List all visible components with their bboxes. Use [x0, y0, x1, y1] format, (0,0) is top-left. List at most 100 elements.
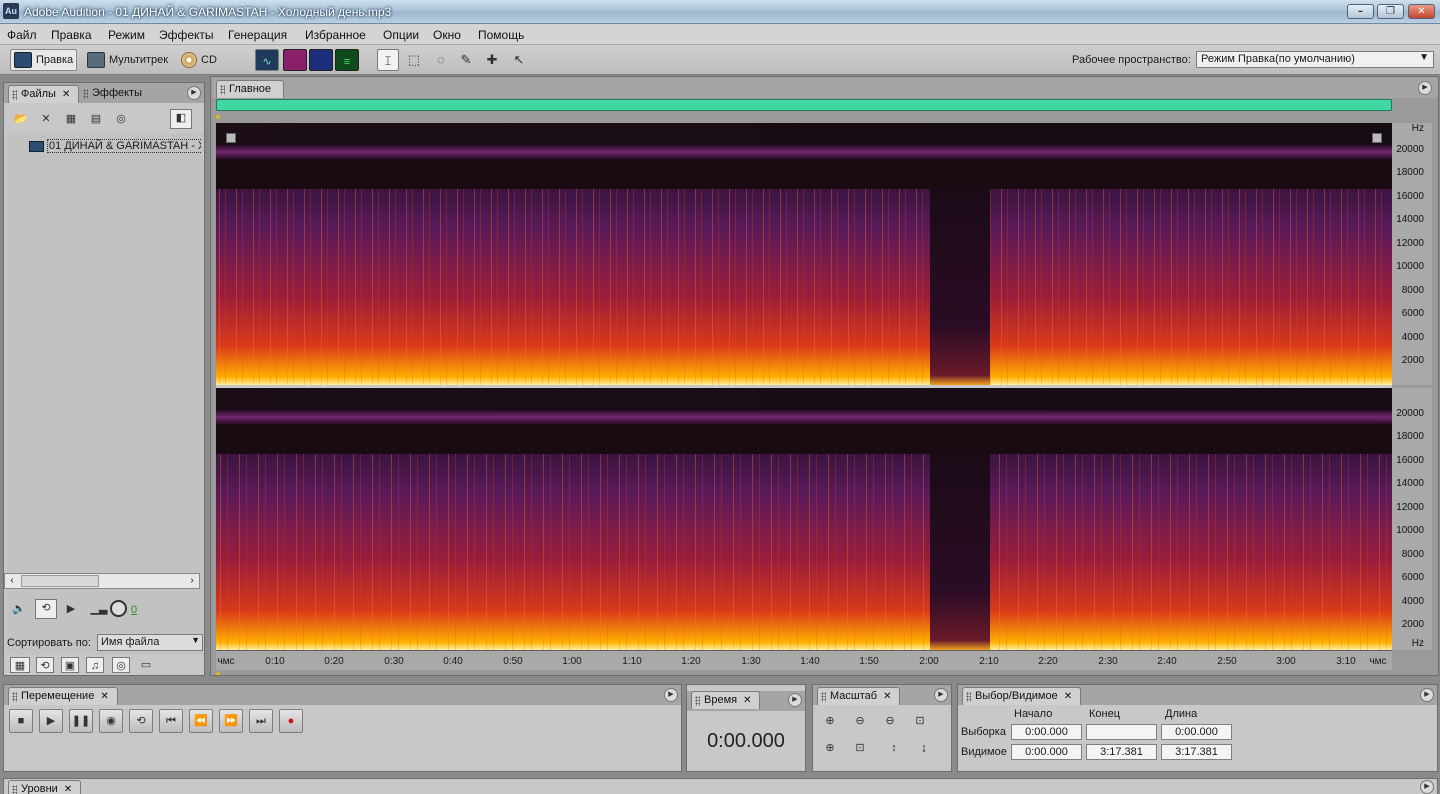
menu-help[interactable]: Помощь: [478, 28, 524, 42]
close-tab-icon[interactable]: ✕: [64, 784, 72, 794]
lasso-tool[interactable]: ◌: [430, 49, 452, 71]
play-preview-icon[interactable]: ▶: [62, 601, 80, 617]
menu-mode[interactable]: Режим: [108, 28, 145, 42]
close-button[interactable]: ✕: [1408, 4, 1435, 19]
tab-effects[interactable]: Эффекты: [80, 85, 151, 103]
panel-menu-icon[interactable]: ▶: [1420, 780, 1434, 794]
selection-length-field[interactable]: 0:00.000: [1161, 724, 1232, 740]
spectral-view-button[interactable]: [283, 49, 307, 71]
brush-tool[interactable]: ✎: [455, 49, 477, 71]
menu-generate[interactable]: Генерация: [228, 28, 287, 42]
waveform-view-button[interactable]: ∿: [255, 49, 279, 71]
tab-transport[interactable]: Перемещение ✕: [8, 687, 118, 705]
scroll-right-icon[interactable]: ›: [185, 574, 199, 588]
playhead-marker-bottom[interactable]: ▲: [214, 668, 222, 677]
play-button[interactable]: ▶: [39, 709, 63, 733]
midi-icon[interactable]: ♫: [86, 657, 104, 673]
pan-view-button[interactable]: [309, 49, 333, 71]
clip-icon[interactable]: ▭: [137, 657, 155, 673]
zoom-in-vertical-icon[interactable]: ↕: [885, 740, 903, 756]
multitrack-mode-button[interactable]: Мультитрек: [84, 49, 171, 71]
loop-play-button[interactable]: ⟲: [129, 709, 153, 733]
close-tab-icon[interactable]: ✕: [743, 695, 751, 706]
close-tab-icon[interactable]: ✕: [100, 691, 108, 702]
loop-preview-icon[interactable]: ⟲: [36, 657, 54, 673]
zoom-out-full-icon[interactable]: ⊖: [881, 713, 899, 729]
expand-icon[interactable]: [1372, 133, 1382, 143]
visible-end-field[interactable]: 3:17.381: [1086, 744, 1157, 760]
video-icon[interactable]: ▣: [61, 657, 79, 673]
go-to-start-button[interactable]: ⏮: [159, 709, 183, 733]
close-tab-icon[interactable]: ✕: [883, 691, 891, 702]
tab-main[interactable]: Главное: [216, 80, 285, 98]
zoom-in-horizontal-icon[interactable]: ⊕: [821, 713, 839, 729]
tab-files[interactable]: Файлы ✕: [8, 85, 80, 103]
time-selection-tool[interactable]: 𝙸: [377, 49, 399, 71]
audition-app-icon[interactable]: Au: [3, 3, 19, 19]
hybrid-tool[interactable]: ↖: [508, 49, 530, 71]
spot-healing-tool[interactable]: ✚: [481, 49, 503, 71]
volume-value[interactable]: 0: [125, 602, 143, 618]
panel-menu-icon[interactable]: ▶: [934, 688, 948, 702]
filter-icon[interactable]: ◎: [112, 657, 130, 673]
list-item[interactable]: 01 ДИНАЙ & GARIMASTAH - Х: [29, 139, 201, 153]
selection-end-field[interactable]: [1086, 724, 1157, 740]
workspace-select[interactable]: Режим Правка(по умолчанию) ▼: [1196, 51, 1434, 68]
time-ruler[interactable]: чмс 0:10 0:20 0:30 0:40 0:50 1:00 1:10 1…: [216, 650, 1392, 670]
auto-play-icon[interactable]: ▦: [10, 657, 30, 673]
menu-options[interactable]: Опции: [383, 28, 419, 42]
tab-selection-view[interactable]: Выбор/Видимое ✕: [962, 687, 1082, 705]
horizontal-scrollbar[interactable]: ‹ ›: [4, 573, 200, 589]
panel-menu-icon[interactable]: ▶: [1418, 81, 1432, 95]
menu-favorites[interactable]: Избранное: [305, 28, 366, 42]
go-to-end-button[interactable]: ⏭: [249, 709, 273, 733]
tab-time[interactable]: Время ✕: [691, 691, 761, 709]
menu-file[interactable]: Файл: [7, 28, 37, 42]
play-to-end-button[interactable]: ◉: [99, 709, 123, 733]
record-button[interactable]: ●: [279, 709, 303, 733]
scroll-thumb[interactable]: [21, 575, 99, 587]
tab-zoom[interactable]: Масштаб ✕: [817, 687, 901, 705]
selection-start-field[interactable]: 0:00.000: [1011, 724, 1082, 740]
zoom-right-edge-icon[interactable]: ⊡: [851, 740, 869, 756]
preview-toggle-icon[interactable]: ◧: [170, 109, 192, 129]
menu-effects[interactable]: Эффекты: [159, 28, 214, 42]
fast-forward-button[interactable]: ⏩: [219, 709, 243, 733]
visible-length-field[interactable]: 3:17.381: [1161, 744, 1232, 760]
zoom-selection-icon[interactable]: ⊡: [911, 713, 929, 729]
playhead-marker[interactable]: ▼: [214, 113, 222, 122]
tab-levels[interactable]: Уровни ✕: [8, 780, 82, 794]
menu-edit[interactable]: Правка: [51, 28, 92, 42]
maximize-button[interactable]: ❐: [1377, 4, 1404, 19]
panel-menu-icon[interactable]: ▶: [788, 693, 802, 707]
expand-icon[interactable]: [226, 133, 236, 143]
cd-mode-button[interactable]: CD: [178, 49, 220, 71]
stop-button[interactable]: ■: [9, 709, 33, 733]
close-tab-icon[interactable]: ✕: [1064, 691, 1072, 702]
open-file-icon[interactable]: 📂: [12, 111, 30, 127]
sort-select[interactable]: Имя файла ▼: [97, 634, 203, 651]
spectrogram-right-channel[interactable]: [216, 388, 1392, 650]
scroll-left-icon[interactable]: ‹: [5, 574, 19, 588]
spectrogram-left-channel[interactable]: [216, 123, 1392, 385]
visible-start-field[interactable]: 0:00.000: [1011, 744, 1082, 760]
panel-menu-icon[interactable]: ▶: [664, 688, 678, 702]
panel-menu-icon[interactable]: ▶: [1420, 688, 1434, 702]
cd-burn-icon[interactable]: ◎: [112, 111, 130, 127]
insert-multitrack-icon[interactable]: ▦: [62, 111, 80, 127]
zoom-out-horizontal-icon[interactable]: ⊖: [851, 713, 869, 729]
phase-view-button[interactable]: ≡: [335, 49, 359, 71]
overview-bar[interactable]: [216, 99, 1392, 111]
loop-icon[interactable]: ⟲: [35, 599, 57, 619]
rewind-button[interactable]: ⏪: [189, 709, 213, 733]
pause-button[interactable]: ❚❚: [69, 709, 93, 733]
close-file-icon[interactable]: ✕: [37, 111, 55, 127]
zoom-left-edge-icon[interactable]: ⊕: [821, 740, 839, 756]
edit-mode-button[interactable]: Правка: [10, 49, 78, 71]
speaker-icon[interactable]: 🔈: [10, 601, 28, 617]
marquee-tool[interactable]: ⬚: [403, 49, 425, 71]
menu-window[interactable]: Окно: [433, 28, 461, 42]
panel-menu-icon[interactable]: ▶: [187, 86, 201, 100]
close-tab-icon[interactable]: ✕: [62, 89, 70, 100]
insert-cd-icon[interactable]: ▤: [87, 111, 105, 127]
